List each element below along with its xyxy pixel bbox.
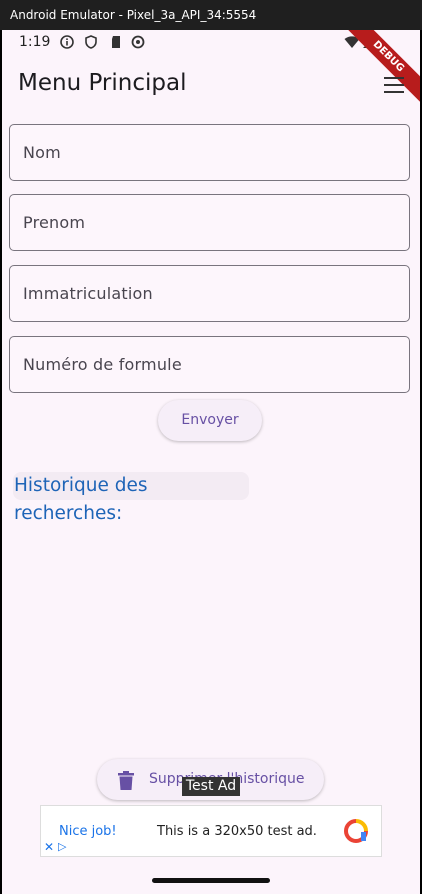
menu-button[interactable] — [384, 76, 406, 94]
window-title: Android Emulator - Pixel_3a_API_34:5554 — [0, 0, 422, 30]
nom-field[interactable]: Nom — [9, 124, 410, 181]
status-time: 1:19 — [19, 34, 51, 50]
prenom-field[interactable]: Prenom — [9, 194, 410, 251]
status-bar: 1:19 DEBUG — [2, 30, 420, 113]
menu-icon — [384, 77, 404, 79]
history-title: Historique des recherches: — [13, 472, 249, 524]
ad-description: This is a 320x50 test ad. — [157, 824, 317, 839]
ad-logo-icon — [344, 819, 368, 843]
trash-icon — [118, 771, 134, 790]
ad-choices-icon[interactable]: ▷ — [58, 840, 66, 853]
sd-card-icon — [112, 36, 120, 48]
sync-icon — [131, 35, 145, 49]
ad-banner[interactable]: Nice job! This is a 320x50 test ad. ✕ ▷ — [40, 805, 382, 857]
gesture-nav-bar — [2, 866, 420, 894]
numero-formule-field[interactable]: Numéro de formule — [9, 336, 410, 393]
shield-icon — [85, 35, 97, 49]
phone-screen: 1:19 DEBUG Menu Principal Nom Prenom Imm… — [2, 30, 420, 894]
immatriculation-field[interactable]: Immatriculation — [9, 265, 410, 322]
home-handle[interactable] — [152, 878, 270, 883]
ad-headline: Nice job! — [59, 824, 117, 839]
ad-tag: Test Ad — [182, 777, 240, 796]
info-icon — [60, 35, 74, 49]
page-title: Menu Principal — [18, 70, 187, 96]
emulator-window: Android Emulator - Pixel_3a_API_34:5554 … — [0, 0, 422, 894]
ad-close-icon[interactable]: ✕ — [44, 840, 54, 854]
send-button[interactable]: Envoyer — [158, 400, 262, 441]
